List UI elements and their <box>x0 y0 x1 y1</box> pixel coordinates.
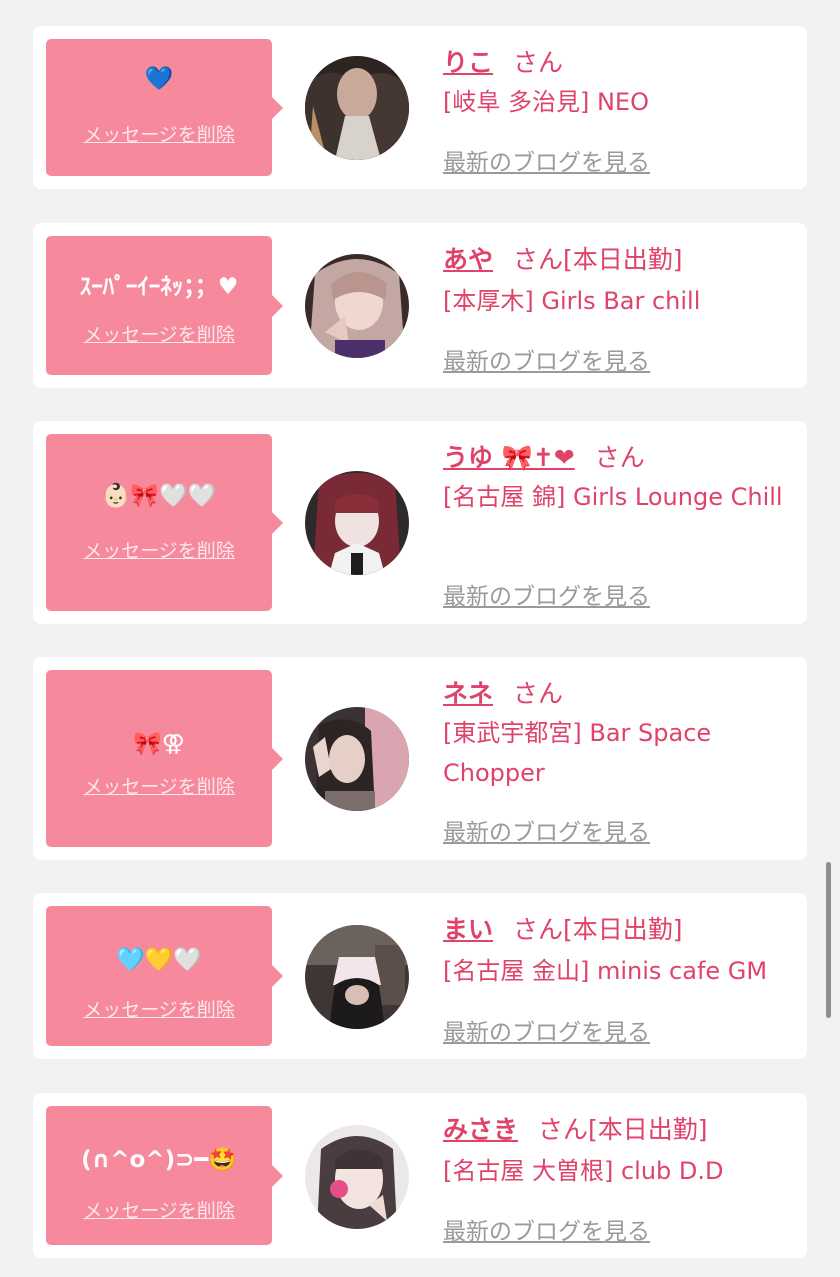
user-name-link[interactable]: まい <box>443 915 493 944</box>
message-bubble: 🩵💛🤍 メッセージを削除 <box>46 906 283 1046</box>
message-text: 👶🏻🎀🤍🤍 <box>101 483 217 509</box>
honorific: さん <box>513 245 564 274</box>
message-bubble: 🎀⚢ メッセージを削除 <box>46 670 283 847</box>
latest-blog-link[interactable]: 最新のブログを見る <box>443 813 650 847</box>
list-item: 👶🏻🎀🤍🤍 メッセージを削除 うゆ 🎀✝❤ さん [名古屋 錦] Girls Lo… <box>33 421 807 624</box>
shop-name: [東武宇都宮] Bar Space Chopper <box>443 719 712 787</box>
message-bubble: (∩^o^)⊃━🤩 メッセージを削除 <box>46 1106 283 1245</box>
honorific: さん <box>513 915 564 944</box>
avatar[interactable] <box>305 471 409 575</box>
shop-name: [本厚木] Girls Bar chill <box>443 287 701 315</box>
message-bubble: 💙 メッセージを削除 <box>46 39 283 176</box>
on-duty-badge: [本日出勤] <box>588 1115 708 1144</box>
delete-message-link[interactable]: メッセージを削除 <box>46 772 272 799</box>
latest-blog-link[interactable]: 最新のブログを見る <box>443 1212 650 1246</box>
message-text: ｽｰﾊﾟｰｲｰﾈｯ；；♥ <box>79 274 239 300</box>
shop-name: [岐阜 多治見] NEO <box>443 88 649 116</box>
name-row: あや さん[本日出勤] <box>443 240 683 276</box>
message-bubble: ｽｰﾊﾟｰｲｰﾈｯ；；♥ メッセージを削除 <box>46 236 283 375</box>
avatar[interactable] <box>305 56 409 160</box>
user-name-link[interactable]: みさき <box>443 1115 518 1144</box>
latest-blog-link[interactable]: 最新のブログを見る <box>443 143 650 177</box>
honorific: さん <box>538 1115 589 1144</box>
honorific: さん <box>594 443 645 472</box>
list-item: 🩵💛🤍 メッセージを削除 まい さん[本日出勤] [名古屋 金山] minis c… <box>33 893 807 1059</box>
delete-message-link[interactable]: メッセージを削除 <box>46 120 272 147</box>
name-row: りこ さん <box>443 43 563 79</box>
delete-message-link[interactable]: メッセージを削除 <box>46 320 272 347</box>
on-duty-badge: [本日出勤] <box>563 915 683 944</box>
list-item: (∩^o^)⊃━🤩 メッセージを削除 みさき さん[本日出勤] [名古屋 大曽根]… <box>33 1093 807 1258</box>
honorific: さん <box>513 48 564 77</box>
message-bubble: 👶🏻🎀🤍🤍 メッセージを削除 <box>46 434 283 611</box>
scrollbar[interactable] <box>826 862 831 1018</box>
name-row: みさき さん[本日出勤] <box>443 1110 708 1146</box>
name-row: ネネ さん <box>443 674 563 710</box>
user-name-link[interactable]: あや <box>443 245 493 274</box>
user-name-link[interactable]: りこ <box>443 48 493 77</box>
latest-blog-link[interactable]: 最新のブログを見る <box>443 1013 650 1047</box>
delete-message-link[interactable]: メッセージを削除 <box>46 1196 272 1223</box>
avatar[interactable] <box>305 1125 409 1229</box>
latest-blog-link[interactable]: 最新のブログを見る <box>443 342 650 376</box>
message-text: 💙 <box>144 66 174 92</box>
shop-name: [名古屋 金山] minis cafe GM <box>443 957 768 985</box>
on-duty-badge: [本日出勤] <box>563 245 683 274</box>
message-text: (∩^o^)⊃━🤩 <box>81 1147 237 1173</box>
delete-message-link[interactable]: メッセージを削除 <box>46 995 272 1022</box>
user-name-link[interactable]: うゆ 🎀✝❤ <box>443 443 575 472</box>
list-item: 🎀⚢ メッセージを削除 ネネ さん [東武宇都宮] Bar Space Chopp… <box>33 657 807 860</box>
message-text: 🎀⚢ <box>133 731 185 757</box>
name-row: うゆ 🎀✝❤ さん <box>443 438 645 474</box>
avatar[interactable] <box>305 925 409 1029</box>
honorific: さん <box>513 679 564 708</box>
list-item: 💙 メッセージを削除 りこ さん [岐阜 多治見] NEO 最新のブログを見る <box>33 26 807 189</box>
avatar[interactable] <box>305 707 409 811</box>
shop-name: [名古屋 錦] Girls Lounge Chill <box>443 483 783 511</box>
avatar[interactable] <box>305 254 409 358</box>
latest-blog-link[interactable]: 最新のブログを見る <box>443 577 650 611</box>
message-text: 🩵💛🤍 <box>116 947 202 973</box>
list-item: ｽｰﾊﾟｰｲｰﾈｯ；；♥ メッセージを削除 あや さん[本日出勤] [本厚木] G… <box>33 223 807 388</box>
delete-message-link[interactable]: メッセージを削除 <box>46 536 272 563</box>
name-row: まい さん[本日出勤] <box>443 910 683 946</box>
shop-name: [名古屋 大曽根] club D.D <box>443 1157 724 1185</box>
user-name-link[interactable]: ネネ <box>443 679 493 708</box>
